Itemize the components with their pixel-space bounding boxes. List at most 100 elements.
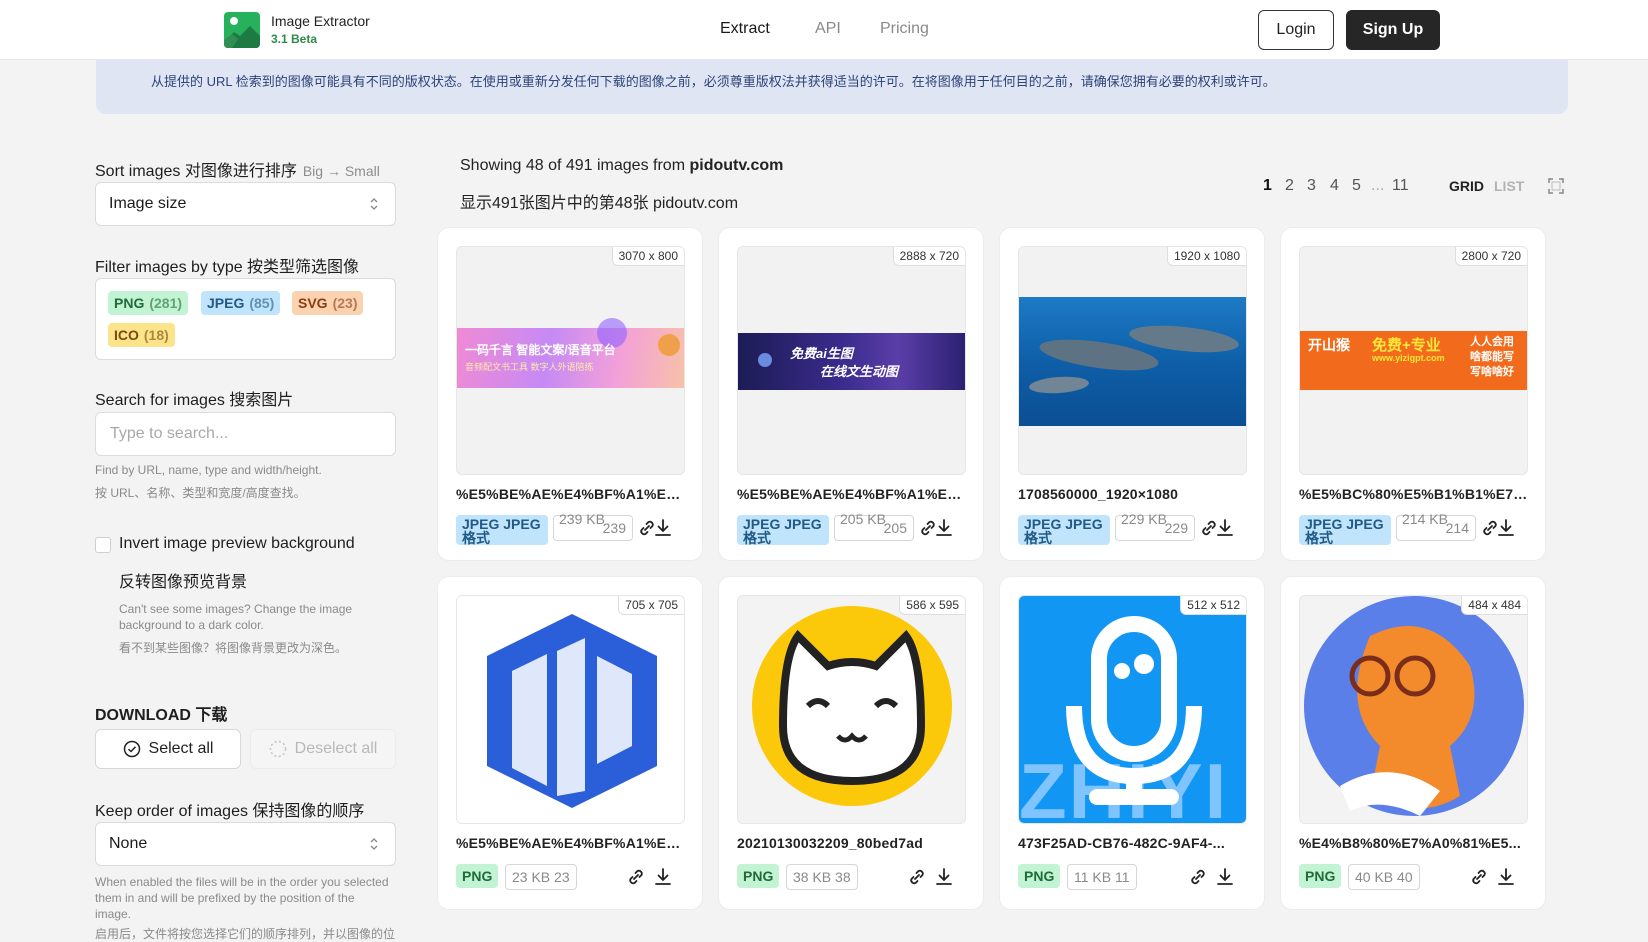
sort-direction-toggle[interactable]: Big → Small	[303, 163, 380, 179]
filter-chip-jpeg[interactable]: JPEG (85)	[201, 291, 281, 315]
chip-name: SVG	[298, 295, 328, 311]
page-4[interactable]: 4	[1330, 177, 1339, 195]
download-icon[interactable]	[933, 517, 955, 539]
filter-chip-ico[interactable]: ICO (18)	[108, 323, 175, 347]
image-thumbnail[interactable]: 1920 x 1080	[1018, 246, 1247, 475]
chip-count: (281)	[149, 295, 183, 311]
download-icon[interactable]	[933, 866, 955, 888]
app-version: 3.1 Beta	[271, 32, 318, 46]
preview-text: www.yizigpt.com	[1372, 353, 1445, 363]
page-1[interactable]: 1	[1263, 177, 1272, 195]
type-badge: PNG	[1299, 864, 1342, 888]
image-preview	[1019, 297, 1246, 426]
download-icon[interactable]	[1495, 866, 1517, 888]
sort-direction-from: Big	[302, 163, 324, 179]
image-thumbnail[interactable]: 2888 x 720 免费ai生图 在线文生动图	[737, 246, 966, 475]
chevron-updown-icon	[370, 838, 378, 850]
preview-text: 免费ai生图	[790, 346, 853, 361]
image-thumbnail[interactable]: 512 x 512 ZHIYI	[1018, 595, 1247, 824]
type-badge: JPEG JPEG 格式	[737, 515, 829, 545]
fullscreen-icon[interactable]	[1547, 177, 1565, 195]
image-card[interactable]: 484 x 484 %E4%B8%80%E7%A0%81%E5... PNG 4…	[1280, 576, 1546, 910]
link-icon[interactable]	[1187, 866, 1209, 888]
deselect-all-label: Deselect all	[294, 740, 378, 757]
image-filename: 473F25AD-CB76-482C-9AF4-...	[1018, 835, 1225, 851]
view-list-toggle[interactable]: LIST	[1494, 178, 1524, 194]
image-preview: 一码千言 智能文案/语音平台 音频配文书工具 数字人外语陪练	[457, 318, 684, 388]
nav-extract[interactable]: Extract	[720, 20, 770, 38]
download-icon[interactable]	[1214, 866, 1236, 888]
image-card[interactable]: 705 x 705 %E5%BE%AE%E4%BF%A1%E5%... PNG …	[437, 576, 703, 910]
link-icon[interactable]	[906, 866, 928, 888]
invert-label[interactable]: Invert image preview background	[119, 535, 355, 553]
image-card[interactable]: 2800 x 720 开山猴 免费+专业 www.yizigpt.com 人人会…	[1280, 227, 1546, 561]
sort-select[interactable]: Image size	[95, 182, 396, 226]
deselect-all-button[interactable]: Deselect all	[250, 729, 396, 769]
filter-chip-svg[interactable]: SVG (23)	[292, 291, 364, 315]
chip-name: ICO	[114, 327, 139, 343]
nav-pricing[interactable]: Pricing	[880, 20, 929, 38]
image-card[interactable]: 512 x 512 ZHIYI 473F25AD-CB76-482C-9AF4-…	[999, 576, 1265, 910]
image-card[interactable]: 1920 x 1080 1708560000_1920×1080 JPEG JP…	[999, 227, 1265, 561]
preview-text: 音频配文书工具 数字人外语陪练	[465, 362, 594, 372]
signup-button[interactable]: Sign Up	[1346, 10, 1440, 50]
sort-select-value: Image size	[109, 195, 187, 212]
page-11[interactable]: 11	[1392, 177, 1409, 195]
download-icon[interactable]	[652, 866, 674, 888]
link-icon[interactable]	[1468, 866, 1490, 888]
copyright-notice: 从提供的 URL 检索到的图像可能具有不同的版权状态。在使用或重新分发任何下载的…	[96, 56, 1568, 114]
preview-text: 一码千言 智能文案/语音平台	[465, 343, 616, 357]
view-grid-toggle[interactable]: GRID	[1449, 178, 1484, 194]
invert-help-en: Can't see some images? Change the image …	[119, 602, 353, 632]
select-all-button[interactable]: Select all	[95, 729, 241, 769]
invert-background-checkbox[interactable]	[95, 537, 111, 553]
download-icon[interactable]	[1495, 517, 1517, 539]
preview-text: 人人会用 啥都能写 写啥啥好	[1470, 336, 1514, 378]
page-2[interactable]: 2	[1285, 177, 1294, 195]
results-summary-prefix: Showing 48 of 491 images from	[460, 157, 690, 174]
image-card[interactable]: 2888 x 720 免费ai生图 在线文生动图 %E5%BE%AE%E4%BF…	[718, 227, 984, 561]
order-select[interactable]: None	[95, 822, 396, 866]
search-input[interactable]	[95, 412, 396, 456]
image-card[interactable]: 3070 x 800 一码千言 智能文案/语音平台 音频配文书工具 数字人外语陪…	[437, 227, 703, 561]
sort-label-text: Sort images 对图像进行排序	[95, 163, 297, 180]
results-summary-cn: 显示491张图片中的第48张 pidoutv.com	[460, 195, 739, 212]
download-icon[interactable]	[652, 517, 674, 539]
page-3[interactable]: 3	[1307, 177, 1316, 195]
image-thumbnail[interactable]: 586 x 595	[737, 595, 966, 824]
dimensions-badge: 484 x 484	[1461, 596, 1527, 615]
dashed-circle-icon	[269, 740, 286, 758]
type-badge: PNG	[456, 864, 499, 888]
type-badge: JPEG JPEG 格式	[1018, 515, 1110, 545]
dimensions-badge: 1920 x 1080	[1166, 247, 1246, 266]
size-value: 214 KB	[1402, 511, 1448, 527]
app-name: Image Extractor	[271, 13, 370, 29]
type-badge: PNG	[1018, 864, 1061, 888]
image-thumbnail[interactable]: 3070 x 800 一码千言 智能文案/语音平台 音频配文书工具 数字人外语陪…	[456, 246, 685, 475]
order-help-en: When enabled the files will be in the or…	[95, 875, 389, 921]
filter-chip-png[interactable]: PNG (281)	[108, 291, 189, 315]
app-logo-icon[interactable]	[224, 12, 260, 48]
chip-count: (18)	[143, 327, 169, 343]
order-select-value: None	[109, 835, 148, 852]
order-label: Keep order of images 保持图像的顺序	[95, 803, 365, 820]
preview-text: 免费+专业	[1372, 337, 1441, 354]
check-circle-icon	[123, 740, 140, 758]
image-thumbnail[interactable]: 484 x 484	[1299, 595, 1528, 824]
link-icon[interactable]	[625, 866, 647, 888]
page-5[interactable]: 5	[1352, 177, 1361, 195]
preview-text: 在线文生动图	[820, 364, 899, 379]
results-domain: pidoutv.com	[689, 157, 784, 174]
download-icon[interactable]	[1214, 517, 1236, 539]
top-navbar: Image Extractor 3.1 Beta Extract API Pri…	[0, 0, 1648, 60]
image-thumbnail[interactable]: 2800 x 720 开山猴 免费+专业 www.yizigpt.com 人人会…	[1299, 246, 1528, 475]
login-button[interactable]: Login	[1258, 10, 1334, 50]
image-card[interactable]: 586 x 595 20210130032209_80bed7ad PNG 38…	[718, 576, 984, 910]
select-all-label: Select all	[148, 740, 214, 757]
download-label: DOWNLOAD 下载	[95, 707, 228, 724]
filter-type-box: PNG (281) JPEG (85) SVG (23) ICO (18)	[95, 278, 396, 360]
image-thumbnail[interactable]: 705 x 705	[456, 595, 685, 824]
nav-api[interactable]: API	[815, 20, 841, 38]
size-badge: 40 KB 40	[1348, 864, 1420, 890]
size-badge: 38 KB 38	[786, 864, 858, 890]
